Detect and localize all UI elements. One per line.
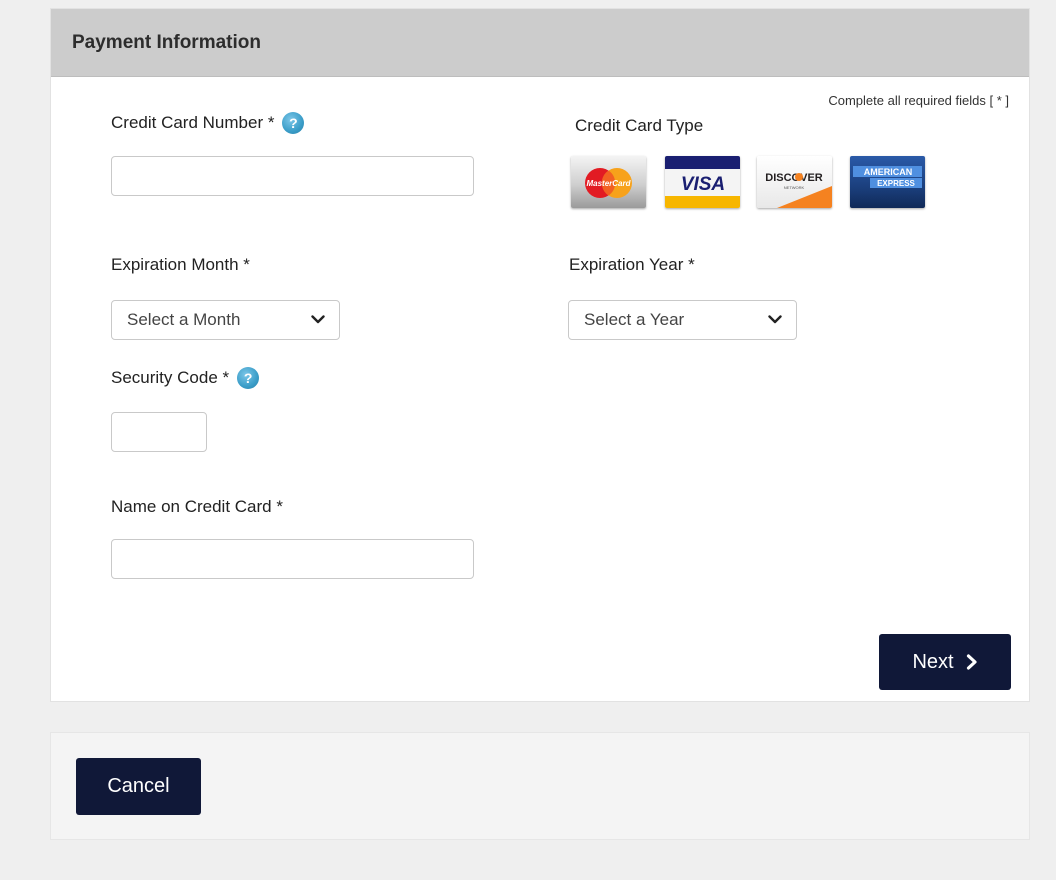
card-number-help-icon[interactable]: ? bbox=[282, 112, 305, 134]
chevron-down-icon bbox=[768, 311, 782, 329]
required-fields-note: Complete all required fields [ * ] bbox=[828, 93, 1009, 108]
cancel-button-label: Cancel bbox=[107, 775, 170, 797]
exp-month-label: Expiration Month * bbox=[111, 255, 250, 274]
security-code-label-row: Security Code * ? bbox=[111, 367, 260, 389]
cancel-button[interactable]: Cancel bbox=[76, 758, 201, 815]
discover-text: DISCOVER bbox=[765, 172, 823, 184]
mastercard-text: MasterCard bbox=[586, 179, 631, 188]
card-number-label-row: Credit Card Number * ? bbox=[111, 112, 305, 134]
name-on-card-input[interactable] bbox=[111, 539, 474, 579]
exp-year-label: Expiration Year * bbox=[569, 255, 695, 274]
card-number-input[interactable] bbox=[111, 156, 474, 196]
amex-line2: EXPRESS bbox=[877, 179, 915, 188]
chevron-down-icon bbox=[311, 311, 325, 329]
payment-panel: Payment Information Complete all require… bbox=[50, 8, 1030, 702]
next-button-label: Next bbox=[912, 650, 954, 673]
american-express-icon: AMERICAN EXPRESS bbox=[850, 156, 925, 208]
name-on-card-label: Name on Credit Card * bbox=[111, 497, 283, 516]
security-code-label: Security Code * bbox=[111, 368, 230, 387]
card-number-label: Credit Card Number * bbox=[111, 113, 275, 132]
security-code-input[interactable] bbox=[111, 412, 207, 452]
panel-header: Payment Information bbox=[51, 9, 1029, 77]
card-type-label: Credit Card Type bbox=[575, 116, 704, 135]
visa-icon: VISA bbox=[665, 156, 740, 208]
chevron-right-icon bbox=[966, 654, 978, 670]
panel-title: Payment Information bbox=[72, 31, 261, 53]
exp-year-select[interactable]: Select a Year bbox=[568, 300, 797, 340]
exp-month-select[interactable]: Select a Month bbox=[111, 300, 340, 340]
visa-text: VISA bbox=[681, 174, 725, 195]
footer-panel: Cancel bbox=[50, 732, 1030, 840]
exp-month-selected: Select a Month bbox=[127, 310, 241, 329]
security-code-help-icon[interactable]: ? bbox=[237, 367, 260, 389]
next-button[interactable]: Next bbox=[879, 634, 1011, 690]
amex-line1: AMERICAN bbox=[864, 167, 913, 177]
discover-icon: DISCOVER NETWORK bbox=[757, 156, 832, 208]
exp-year-selected: Select a Year bbox=[584, 310, 685, 329]
mastercard-icon: MasterCard bbox=[571, 156, 646, 208]
discover-subtext: NETWORK bbox=[784, 185, 805, 190]
